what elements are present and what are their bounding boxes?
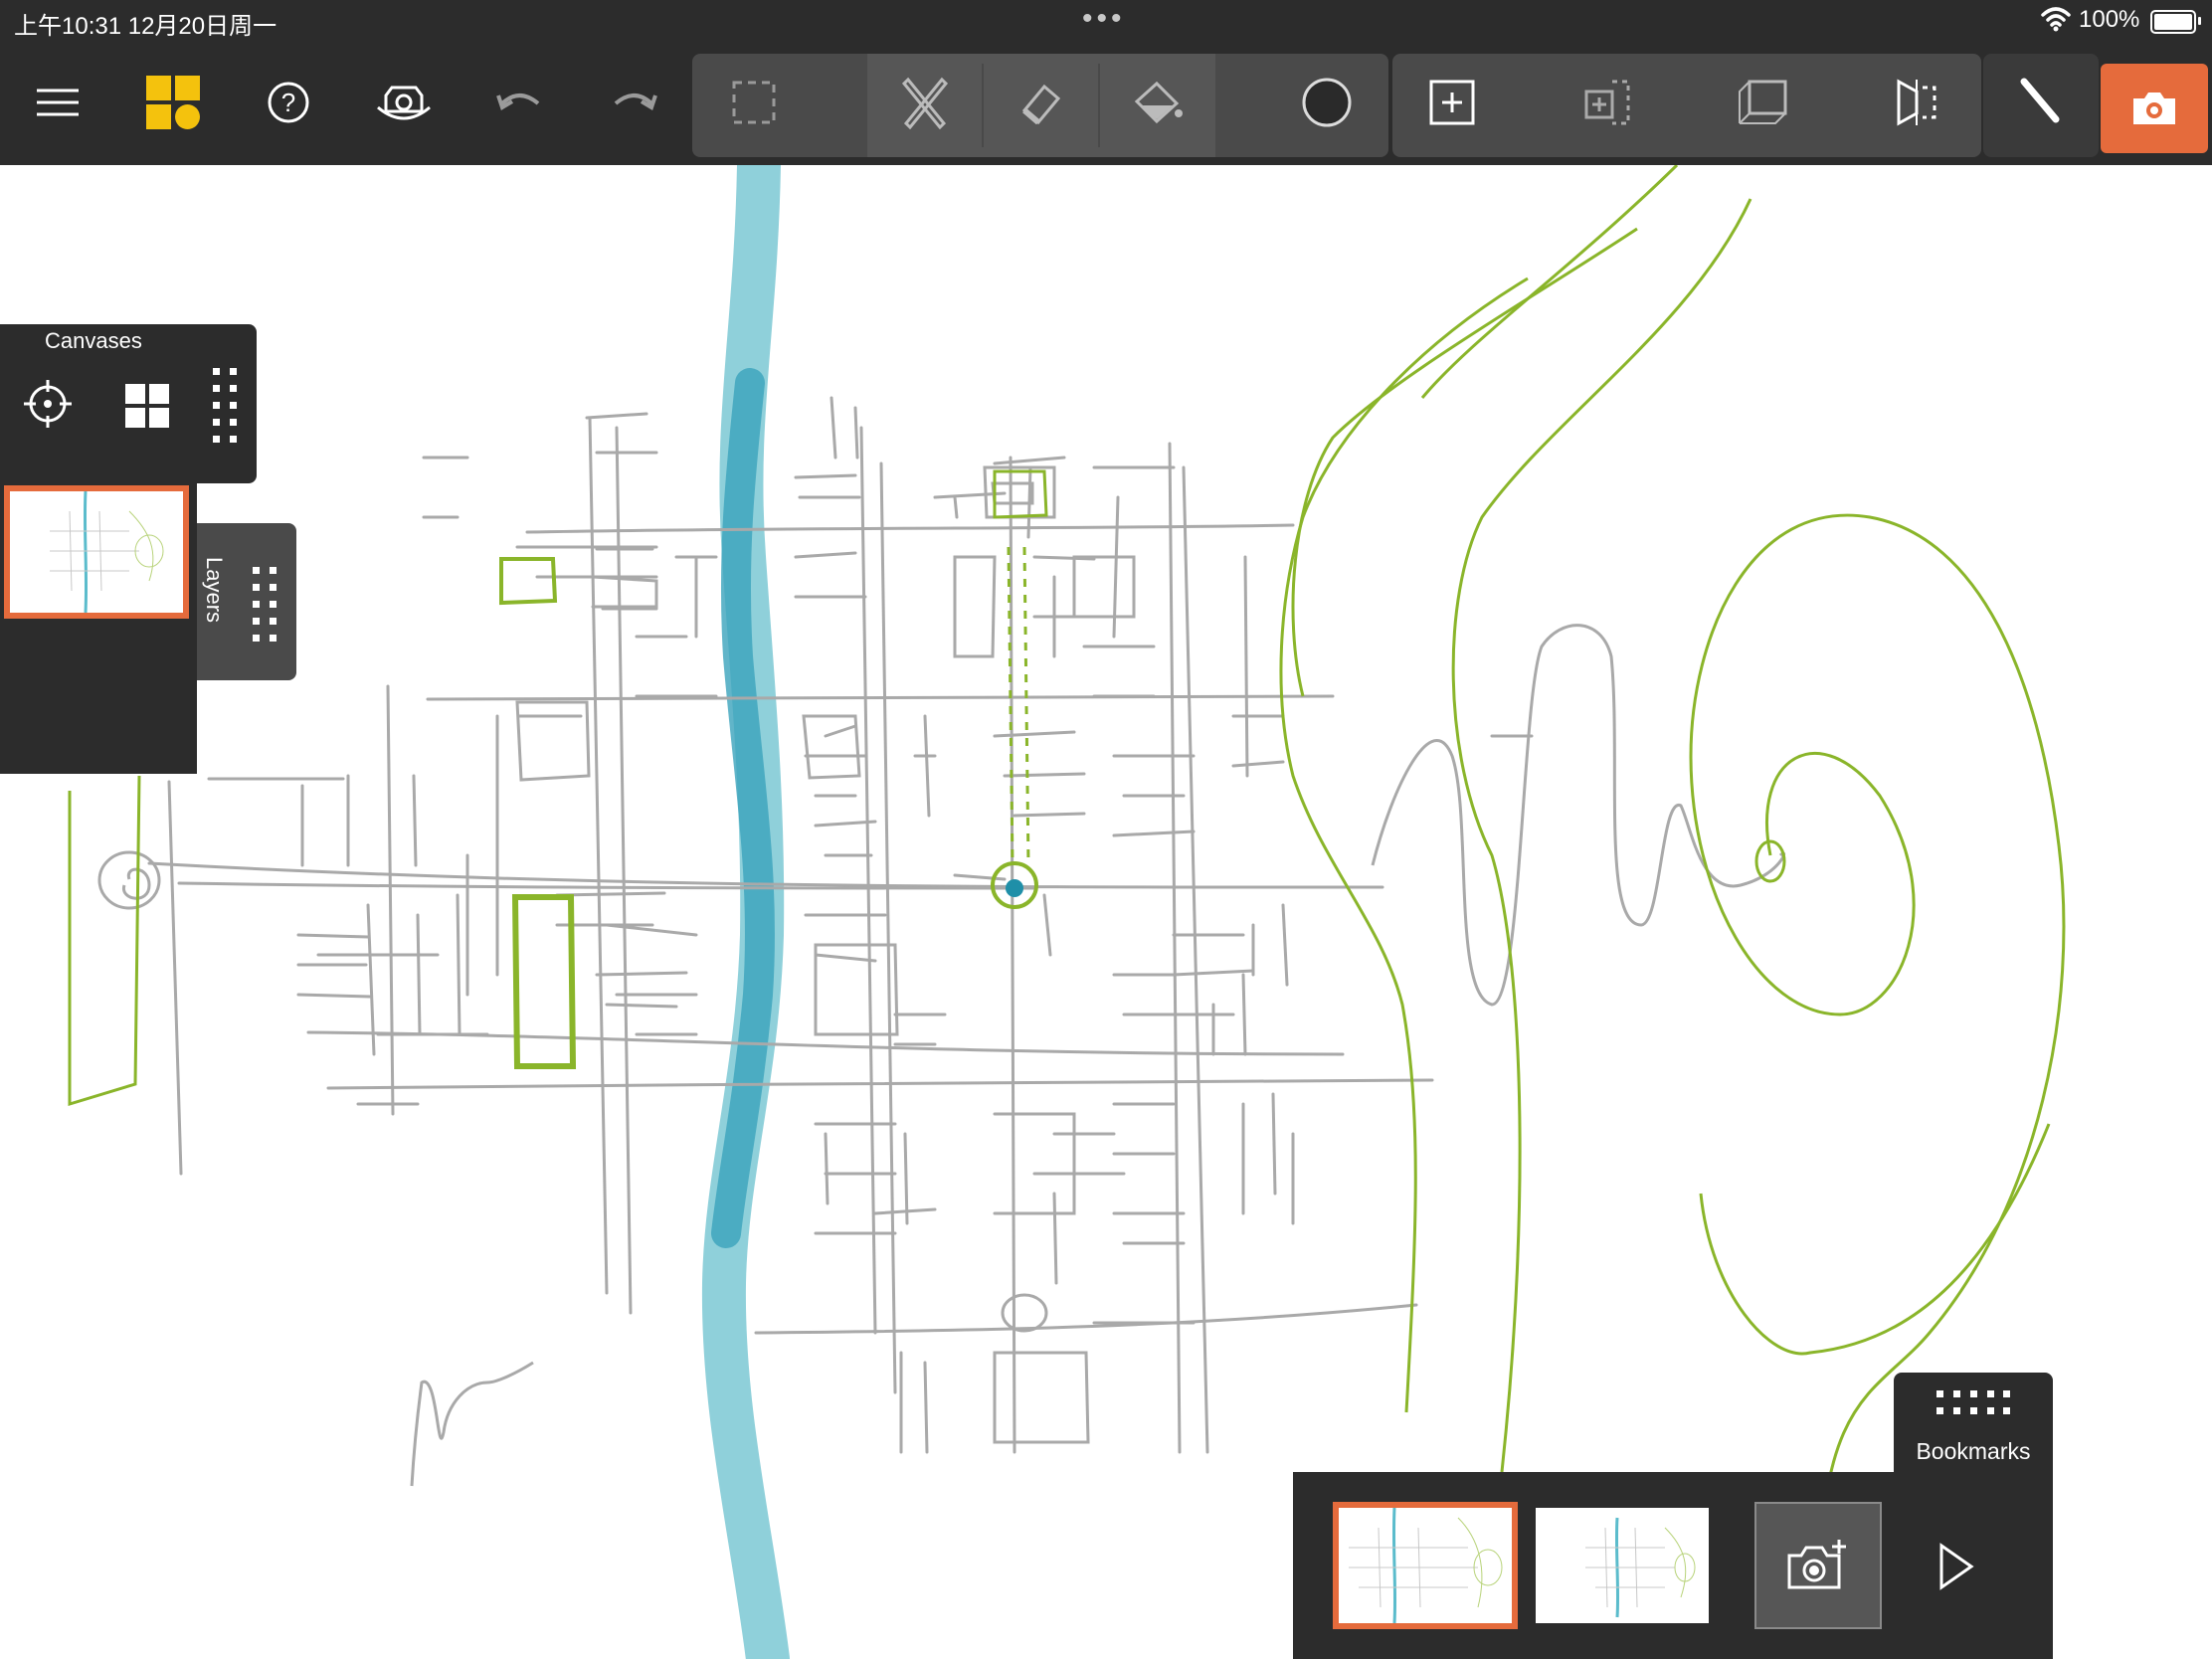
bookmarks-label: Bookmarks [1916, 1438, 2031, 1464]
gallery-icon[interactable] [135, 40, 211, 165]
svg-text:?: ? [281, 88, 295, 117]
add-canvas-icon[interactable] [1414, 40, 1490, 165]
selection-icon[interactable] [716, 40, 792, 165]
camera-icon[interactable] [2101, 64, 2208, 153]
grid-view-icon[interactable] [125, 384, 169, 428]
multitask-dots-icon[interactable]: ••• [1082, 2, 1126, 36]
eraser-icon[interactable] [1003, 40, 1078, 165]
bookmark-thumbnail-2[interactable] [1536, 1508, 1709, 1623]
add-bookmark-camera-icon[interactable] [1754, 1502, 1882, 1629]
battery-percent: 100% [2079, 6, 2140, 33]
battery-icon [2150, 10, 2201, 34]
canvas-thumbnail[interactable] [4, 485, 189, 619]
bookmarks-tab[interactable]: Bookmarks [1894, 1373, 2053, 1476]
play-icon[interactable] [1930, 1542, 1979, 1591]
hide-ui-icon[interactable] [366, 40, 442, 165]
crosshair-icon[interactable] [22, 378, 74, 430]
pencil-ruler-icon[interactable] [887, 40, 963, 165]
bookmarks-panel [1293, 1472, 2053, 1659]
drawing-canvas[interactable] [0, 165, 2212, 1659]
redo-icon[interactable] [597, 40, 672, 165]
wifi-icon [2041, 7, 2071, 32]
layers-tab[interactable]: Layers [197, 523, 296, 680]
main-toolbar: ? [0, 40, 2212, 165]
canvases-panel: Canvases [0, 324, 257, 483]
undo-icon[interactable] [481, 40, 557, 165]
fill-bucket-icon[interactable] [1120, 40, 1196, 165]
status-time-date: 上午10:31 12月20日周一 [14, 13, 277, 40]
menu-icon[interactable] [20, 40, 95, 165]
canvases-title: Canvases [45, 328, 142, 353]
layers-label: Layers [202, 557, 227, 624]
flip-icon[interactable] [1880, 40, 1955, 165]
help-icon[interactable]: ? [251, 40, 326, 165]
drag-handle-icon[interactable] [1936, 1390, 2010, 1416]
color-swatch-icon[interactable] [1289, 40, 1365, 165]
perspective-icon[interactable] [1725, 40, 1800, 165]
sketch-map [68, 165, 2066, 1659]
bookmark-thumbnail-1[interactable] [1333, 1502, 1518, 1629]
status-bar: 上午10:31 12月20日周一 ••• 100% [0, 0, 2212, 40]
drag-handle-icon[interactable] [253, 567, 278, 643]
drag-handle-icon[interactable] [213, 368, 239, 444]
brush-icon[interactable] [1999, 40, 2083, 165]
transform-canvas-icon[interactable] [1569, 40, 1645, 165]
